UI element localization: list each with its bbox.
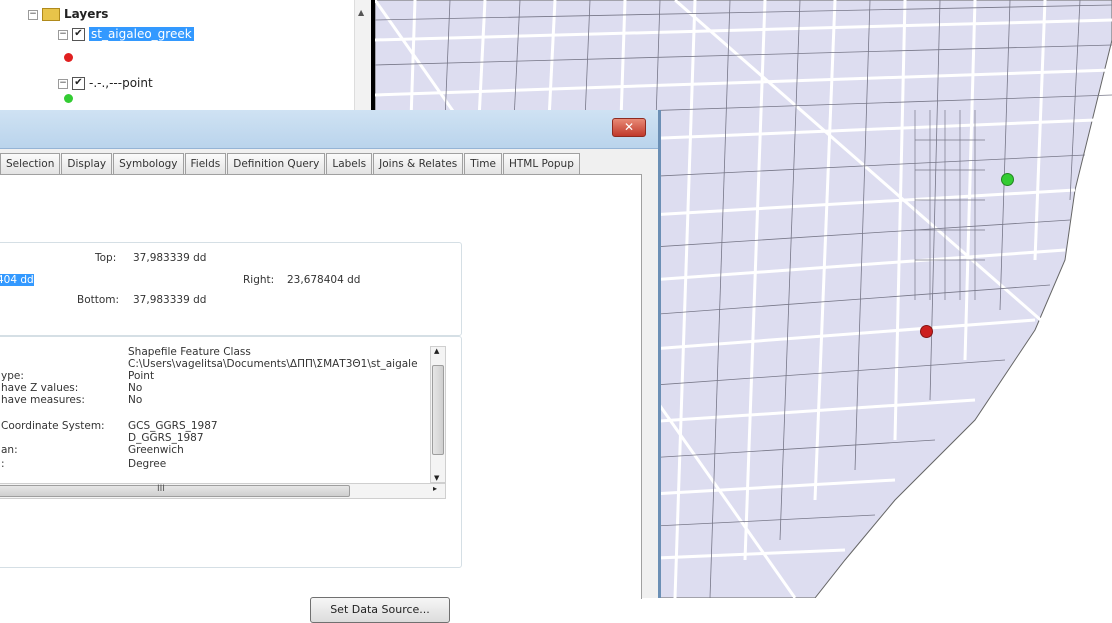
info-label: : bbox=[1, 458, 5, 470]
layer-properties-dialog: ✕ Selection Display Symbology Fields Definit… bbox=[0, 110, 661, 623]
dialog-titlebar[interactable]: ✕ bbox=[0, 110, 658, 149]
layer-visibility-checkbox[interactable]: ✔ bbox=[72, 28, 85, 41]
info-value: C:\Users\vagelitsa\Documents\ΔΠΠ\ΣΜΑΤ3Θ1… bbox=[128, 358, 418, 370]
info-label: ype: bbox=[1, 370, 24, 382]
info-value: Point bbox=[128, 370, 155, 382]
info-value: Shapefile Feature Class bbox=[128, 346, 251, 358]
bottom-label: Bottom: bbox=[77, 294, 120, 306]
data-source-group: Shapefile Feature Class C:\Users\vagelit… bbox=[0, 336, 462, 568]
info-value: GCS_GGRS_1987 bbox=[128, 420, 218, 432]
layer-name[interactable]: st_aigaleo_greek bbox=[89, 27, 194, 41]
close-icon: ✕ bbox=[623, 120, 635, 134]
scroll-thumb-grip: III bbox=[157, 484, 165, 494]
green-point-symbol[interactable] bbox=[1001, 173, 1014, 186]
scroll-up-icon[interactable]: ▲ bbox=[434, 347, 439, 355]
pane-divider[interactable] bbox=[371, 0, 375, 110]
layers-root-label: Layers bbox=[64, 7, 109, 21]
tab-joins-relates[interactable]: Joins & Relates bbox=[373, 153, 464, 174]
collapse-icon[interactable]: − bbox=[58, 78, 68, 89]
info-value: D_GGRS_1987 bbox=[128, 432, 204, 444]
tab-selection[interactable]: Selection bbox=[0, 153, 61, 174]
info-value: No bbox=[128, 382, 143, 394]
tab-symbology[interactable]: Symbology bbox=[113, 153, 184, 174]
extent-group: Top: 37,983339 dd 404 dd Right: 23,67840… bbox=[0, 242, 462, 336]
top-label: Top: bbox=[95, 252, 117, 264]
layer-row[interactable]: − ✔ st_aigaleo_greek bbox=[58, 26, 194, 42]
collapse-icon[interactable]: − bbox=[58, 29, 68, 40]
info-value: Degree bbox=[128, 458, 167, 470]
red-point-symbol[interactable] bbox=[920, 325, 933, 338]
tab-fields[interactable]: Fields bbox=[184, 153, 227, 174]
left-value[interactable]: 404 dd bbox=[0, 274, 34, 286]
info-label: have measures: bbox=[1, 394, 85, 406]
vertical-scroll-thumb[interactable] bbox=[432, 365, 444, 455]
toc-root-row[interactable]: − Layers bbox=[28, 6, 108, 22]
info-label: an: bbox=[1, 444, 18, 456]
tab-labels[interactable]: Labels bbox=[326, 153, 373, 174]
info-vertical-scrollbar[interactable]: ▲ ▼ bbox=[430, 346, 446, 483]
toc-scrollbar[interactable]: ▲ bbox=[354, 0, 371, 110]
info-label: Coordinate System: bbox=[1, 420, 105, 432]
tab-time[interactable]: Time bbox=[464, 153, 502, 174]
info-label: have Z values: bbox=[1, 382, 79, 394]
close-button[interactable]: ✕ bbox=[612, 118, 646, 137]
set-data-source-button[interactable]: Set Data Source... bbox=[310, 597, 450, 623]
data-source-info: Shapefile Feature Class C:\Users\vagelit… bbox=[0, 346, 427, 481]
tab-definition-query[interactable]: Definition Query bbox=[227, 153, 326, 174]
scroll-right-icon[interactable]: ▸ bbox=[433, 484, 437, 493]
green-point-legend-icon bbox=[64, 94, 73, 103]
horizontal-scroll-thumb[interactable]: III bbox=[0, 484, 350, 497]
tab-panel: Top: 37,983339 dd 404 dd Right: 23,67840… bbox=[0, 174, 642, 623]
right-value: 23,678404 dd bbox=[287, 274, 361, 286]
collapse-icon[interactable]: − bbox=[28, 9, 38, 20]
layer-name[interactable]: -.-.,---point bbox=[89, 76, 153, 90]
top-value: 37,983339 dd bbox=[133, 252, 207, 264]
tab-html-popup[interactable]: HTML Popup bbox=[502, 153, 580, 174]
bottom-value: 37,983339 dd bbox=[133, 294, 207, 306]
scroll-up-icon[interactable]: ▲ bbox=[358, 8, 364, 17]
tab-strip: Selection Display Symbology Fields Definitio… bbox=[0, 153, 581, 175]
layers-folder-icon bbox=[42, 8, 60, 21]
right-label: Right: bbox=[243, 274, 275, 286]
info-horizontal-scrollbar[interactable]: III ▸ bbox=[0, 483, 446, 499]
layer-visibility-checkbox[interactable]: ✔ bbox=[72, 77, 85, 90]
tab-display[interactable]: Display bbox=[61, 153, 113, 174]
red-point-legend-icon bbox=[64, 53, 73, 62]
table-of-contents: − Layers − ✔ st_aigaleo_greek − ✔ -.-.,---poi… bbox=[0, 0, 371, 110]
info-value: No bbox=[128, 394, 143, 406]
info-value: Greenwich bbox=[128, 444, 184, 456]
scroll-down-icon[interactable]: ▼ bbox=[434, 474, 439, 482]
layer-row[interactable]: − ✔ -.-.,---point bbox=[58, 75, 153, 91]
